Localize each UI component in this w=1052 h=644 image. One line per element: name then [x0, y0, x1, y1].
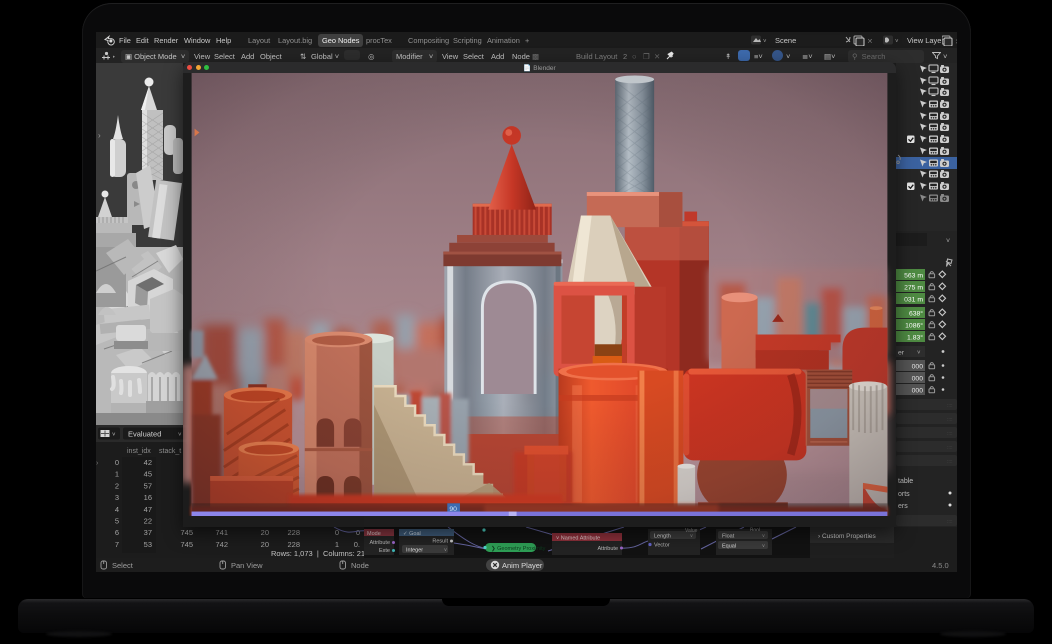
- svg-text:˅: ˅: [895, 39, 899, 45]
- svg-text:Length: Length: [654, 534, 671, 540]
- svg-text:❯ Geometry Proximity: ❯ Geometry Proximity: [491, 545, 546, 552]
- svg-text:::::: ::::: [947, 445, 953, 451]
- svg-text:˅: ˅: [946, 238, 950, 245]
- svg-text:3: 3: [115, 493, 119, 502]
- svg-text:0: 0: [115, 458, 119, 467]
- svg-text:Value: Value: [685, 528, 698, 534]
- svg-text:Integer: Integer: [406, 548, 423, 554]
- svg-text:˅: ˅: [917, 351, 921, 357]
- svg-text:000: 000: [912, 388, 924, 395]
- svg-text:275 m: 275 m: [904, 285, 923, 292]
- svg-text:Pan View: Pan View: [231, 561, 263, 570]
- svg-text:Attribute: Attribute: [370, 540, 390, 546]
- svg-text:er: er: [898, 350, 905, 357]
- svg-text:˅: ˅: [762, 534, 765, 540]
- svg-text:47: 47: [144, 505, 152, 514]
- svg-text:4: 4: [115, 505, 119, 514]
- svg-text:orts: orts: [898, 491, 910, 498]
- svg-text:::::: ::::: [947, 417, 953, 423]
- svg-text:45: 45: [144, 470, 152, 479]
- svg-text:::::: ::::: [947, 519, 953, 525]
- svg-text:˅: ˅: [444, 548, 447, 554]
- svg-text:˅: ˅: [762, 544, 765, 550]
- svg-text:˅: ˅: [690, 534, 693, 540]
- svg-text:::::: ::::: [947, 459, 953, 465]
- svg-text:✓ Goal: ✓ Goal: [403, 531, 421, 537]
- svg-text:22: 22: [144, 517, 152, 526]
- svg-text:˅: ˅: [763, 39, 767, 45]
- svg-text:Result: Result: [432, 539, 448, 545]
- svg-text:›: ›: [98, 131, 101, 140]
- svg-text:4.5.0: 4.5.0: [932, 561, 949, 570]
- svg-text:˅ Named Attribute: ˅ Named Attribute: [556, 536, 600, 542]
- svg-text:638°: 638°: [909, 310, 923, 318]
- svg-text:Attribute: Attribute: [598, 546, 618, 552]
- svg-text:table: table: [898, 478, 913, 485]
- svg-text:000: 000: [912, 364, 924, 371]
- svg-text:Anim Player: Anim Player: [502, 561, 543, 570]
- svg-text:Exte: Exte: [379, 548, 390, 554]
- svg-text:1086°: 1086°: [905, 322, 923, 330]
- svg-text:::::: ::::: [947, 431, 953, 437]
- svg-text:563 m: 563 m: [904, 273, 923, 280]
- svg-text:Vector: Vector: [654, 543, 670, 549]
- svg-text:Node: Node: [351, 561, 369, 570]
- svg-text:View Layer: View Layer: [907, 36, 944, 45]
- svg-text:42: 42: [144, 458, 152, 467]
- svg-text:Scene: Scene: [775, 36, 796, 45]
- svg-text:› Custom Properties: › Custom Properties: [818, 533, 877, 540]
- svg-text:1.83°: 1.83°: [907, 334, 923, 342]
- svg-text:✕: ✕: [867, 39, 873, 46]
- svg-text:Mode: Mode: [367, 531, 381, 537]
- svg-text:1: 1: [115, 470, 119, 479]
- svg-text:031 m: 031 m: [904, 297, 923, 304]
- svg-text:ers: ers: [898, 503, 908, 510]
- svg-text:˅: ˅: [178, 433, 182, 439]
- svg-text:57: 57: [144, 481, 152, 490]
- svg-text:::::: ::::: [947, 403, 953, 409]
- svg-text:✕: ✕: [955, 39, 957, 46]
- svg-text:Equal: Equal: [722, 544, 736, 550]
- svg-text:inst_idx: inst_idx: [127, 448, 151, 455]
- svg-text:2: 2: [115, 481, 119, 490]
- svg-text:Float: Float: [722, 534, 735, 540]
- svg-text:stack_t: stack_t: [159, 448, 181, 455]
- svg-text:Select: Select: [112, 561, 134, 570]
- svg-text:5: 5: [115, 517, 119, 526]
- svg-text:16: 16: [144, 493, 152, 502]
- svg-text:˅: ˅: [112, 433, 116, 439]
- svg-text:000: 000: [912, 376, 924, 383]
- svg-text:Evaluated: Evaluated: [128, 430, 161, 439]
